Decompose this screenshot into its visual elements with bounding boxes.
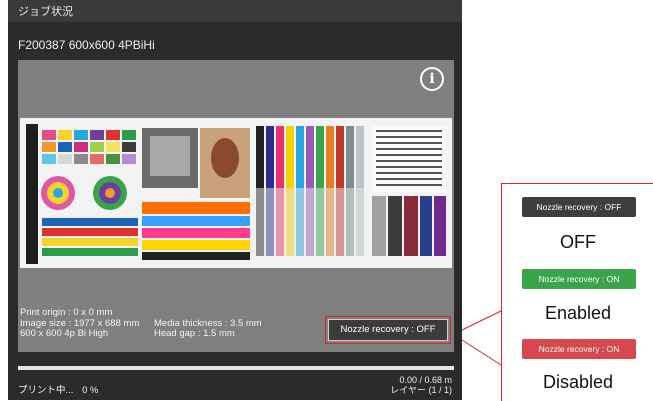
legend-badge-disabled: Nozzle recovery : ON <box>522 339 636 359</box>
nozzle-recovery-legend: Nozzle recovery : OFF OFF Nozzle recover… <box>501 183 653 401</box>
legend-label-enabled: Enabled <box>544 303 612 323</box>
legend-label-off: OFF <box>560 232 596 252</box>
legend-badge-off: Nozzle recovery : OFF <box>522 197 636 217</box>
legend-label-disabled: Disabled <box>542 372 614 392</box>
legend-badge-enabled: Nozzle recovery : ON <box>522 269 636 289</box>
